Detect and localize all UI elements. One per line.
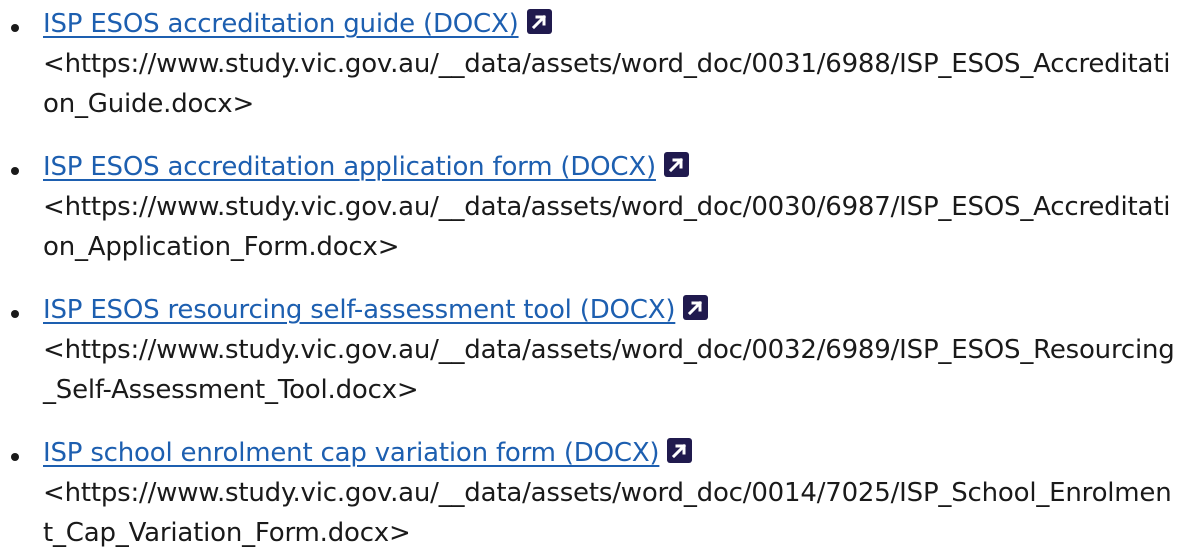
list-item: ISP ESOS accreditation guide (DOCX) <htt… bbox=[0, 0, 1187, 124]
list-item: ISP ESOS accreditation application form … bbox=[0, 143, 1187, 267]
external-link-icon[interactable] bbox=[667, 438, 693, 463]
link-line: ISP ESOS resourcing self-assessment tool… bbox=[43, 290, 1187, 330]
document-link[interactable]: ISP ESOS resourcing self-assessment tool… bbox=[43, 295, 676, 325]
list-item: ISP ESOS resourcing self-assessment tool… bbox=[0, 286, 1187, 410]
url-text: <https://www.study.vic.gov.au/__data/ass… bbox=[43, 478, 1172, 548]
document-link[interactable]: ISP school enrolment cap variation form … bbox=[43, 438, 660, 468]
document-link[interactable]: ISP ESOS accreditation application form … bbox=[43, 152, 656, 182]
link-line: ISP ESOS accreditation application form … bbox=[43, 147, 1187, 187]
external-link-icon[interactable] bbox=[663, 152, 689, 177]
external-link-icon[interactable] bbox=[526, 9, 552, 34]
list-item: ISP school enrolment cap variation form … bbox=[0, 429, 1187, 553]
bullet-point bbox=[11, 167, 19, 175]
url-text: <https://www.study.vic.gov.au/__data/ass… bbox=[43, 192, 1171, 262]
bullet-point bbox=[11, 310, 19, 318]
link-line: ISP school enrolment cap variation form … bbox=[43, 433, 1187, 473]
bullet-point bbox=[11, 453, 19, 461]
url-text: <https://www.study.vic.gov.au/__data/ass… bbox=[43, 49, 1171, 119]
external-link-icon[interactable] bbox=[683, 295, 709, 320]
bullet-point bbox=[11, 24, 19, 32]
url-text: <https://www.study.vic.gov.au/__data/ass… bbox=[43, 335, 1175, 405]
link-line: ISP ESOS accreditation guide (DOCX) bbox=[43, 4, 1187, 44]
document-list: ISP ESOS accreditation guide (DOCX) <htt… bbox=[0, 0, 1187, 553]
document-link[interactable]: ISP ESOS accreditation guide (DOCX) bbox=[43, 9, 519, 39]
